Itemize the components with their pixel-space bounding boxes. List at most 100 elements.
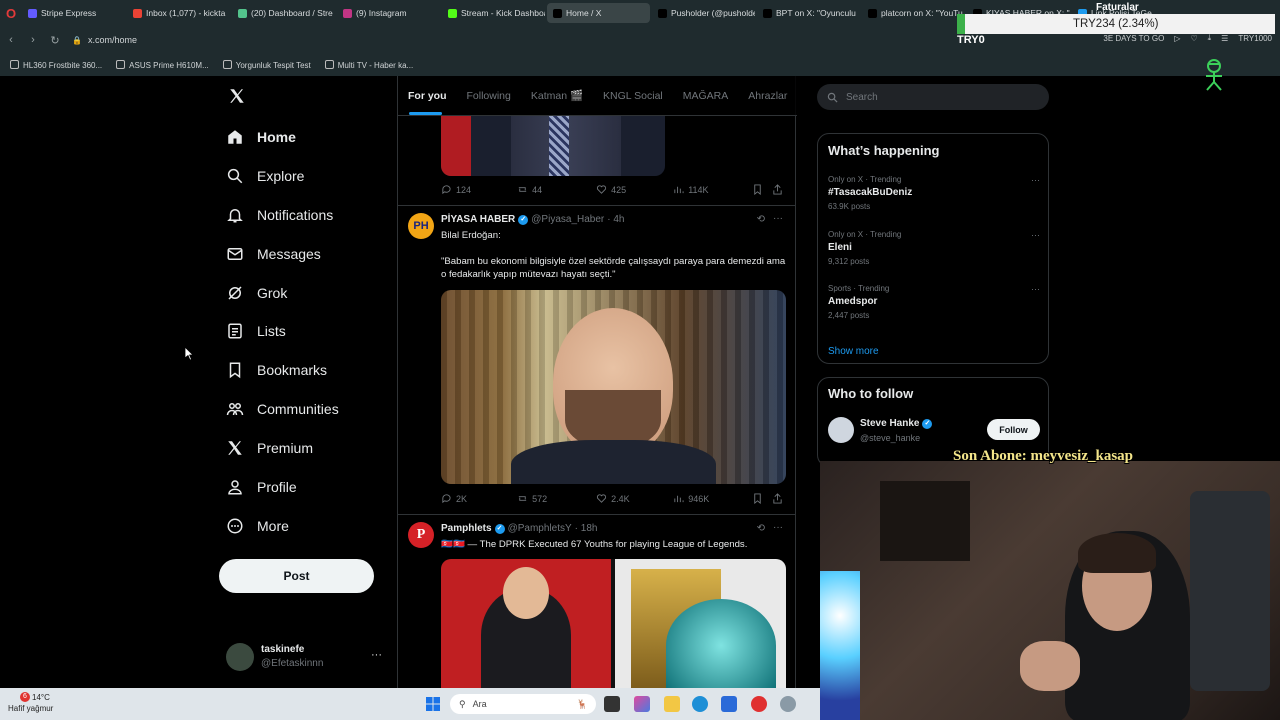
trend-item[interactable]: Only on X · Trending Eleni 9,312 posts ·… — [828, 230, 1040, 266]
sidebar-item-notifications[interactable]: Notifications — [226, 206, 333, 224]
opera-icon[interactable] — [751, 696, 767, 712]
bookmark-item[interactable]: Yorgunluk Tespit Test — [222, 60, 311, 70]
tweet-image[interactable] — [441, 559, 786, 692]
back-icon[interactable]: ‹ — [0, 34, 22, 46]
sidebar-item-lists[interactable]: Lists — [226, 322, 286, 340]
follow-suggestion-name[interactable]: Steve Hanke ✓ — [860, 418, 933, 429]
browser-tab[interactable]: (20) Dashboard / Stre — [232, 3, 335, 23]
bookmark-item[interactable]: Multi TV - Haber ka... — [324, 60, 413, 70]
sidebar-item-more[interactable]: More — [226, 517, 289, 535]
opera-logo-icon[interactable]: O — [0, 0, 22, 26]
search-box[interactable]: Search — [817, 84, 1049, 110]
avatar[interactable]: PH — [408, 213, 434, 239]
views-button[interactable]: 114K — [673, 184, 752, 195]
list-icon — [228, 323, 242, 339]
browser-tab[interactable]: (9) Instagram — [337, 3, 440, 23]
browser-tab[interactable]: Home / X — [547, 3, 650, 23]
browser-tab[interactable]: Inbox (1,077) - kickta — [127, 3, 230, 23]
tab-title: Stream - Kick Dashboa — [461, 8, 545, 18]
download-icon[interactable]: ⤓ — [1208, 33, 1212, 43]
tab-magara[interactable]: MAĞARA — [673, 90, 739, 102]
bookmark-item[interactable]: HL360 Frostbite 360... — [10, 60, 102, 70]
url-field[interactable]: x.com/home — [88, 35, 137, 45]
tab-for-you[interactable]: For you — [398, 90, 457, 102]
follow-handle: @steve_hanke — [860, 433, 921, 443]
task-view-icon[interactable] — [604, 696, 620, 712]
windows-start-icon[interactable] — [426, 697, 440, 711]
edge-icon[interactable] — [692, 696, 708, 712]
tab-katman[interactable]: Katman 🎬 — [521, 89, 593, 102]
browser-tab[interactable]: Stream - Kick Dashboa — [442, 3, 545, 23]
browser-tab[interactable]: BPT on X: "Oyunculu — [757, 3, 860, 23]
sidebar-item-explore[interactable]: Explore — [226, 167, 304, 185]
tab-following[interactable]: Following — [457, 90, 521, 102]
browser-tab[interactable]: Pusholder (@pusholde — [652, 3, 755, 23]
trend-item[interactable]: Only on X · Trending #TasacakBuDeniz 63.… — [828, 175, 1040, 211]
tab-title: Home / X — [566, 8, 602, 18]
repost-button[interactable]: 44 — [517, 184, 596, 195]
tweet-author[interactable]: Pamphlets ✓ @PamphletsY · 18h — [441, 523, 597, 534]
taskbar-search[interactable]: ⚲ Ara 🦌 — [450, 694, 596, 714]
tweet-image[interactable] — [441, 290, 786, 484]
account-switcher[interactable]: taskinefe @Efetaskinnn ··· — [226, 643, 386, 673]
tweet-image[interactable] — [441, 116, 665, 176]
file-explorer-icon[interactable] — [664, 696, 680, 712]
weather-widget[interactable]: 6 14°C Hafif yağmur — [8, 692, 53, 714]
forward-icon[interactable]: › — [22, 34, 44, 46]
avatar[interactable] — [828, 417, 854, 443]
tab-ahrazlar[interactable]: Ahrazlar — [738, 90, 797, 102]
sidebar-item-grok[interactable]: Grok — [226, 284, 287, 302]
store-icon[interactable] — [721, 696, 737, 712]
more-dots-icon[interactable]: ··· — [1031, 175, 1040, 185]
browser-tab[interactable]: Stripe Express — [22, 3, 125, 23]
bookmark-button[interactable] — [752, 493, 772, 504]
sidebar-item-messages[interactable]: Messages — [226, 245, 321, 263]
taskbar-search-input[interactable]: Ara — [473, 699, 487, 709]
trend-item[interactable]: Sports · Trending Amedspor 2,447 posts ·… — [828, 284, 1040, 320]
trend-count: 9,312 posts — [828, 257, 870, 266]
grok-icon[interactable]: ⟲ — [757, 214, 765, 225]
tweet-actions: 2K 572 2.4K 946K — [441, 493, 783, 504]
repost-button[interactable]: 572 — [517, 493, 596, 504]
reply-button[interactable]: 124 — [441, 184, 517, 195]
tab-kngl-social[interactable]: KNGL Social — [593, 90, 673, 102]
author-handle: @Piyasa_Haber — [531, 214, 605, 225]
x-logo-icon — [228, 441, 242, 455]
search-input[interactable]: Search — [846, 92, 878, 103]
more-dots-icon[interactable]: ··· — [1031, 230, 1040, 240]
menu-icon[interactable]: ☰ — [1221, 34, 1228, 43]
sidebar-item-bookmarks[interactable]: Bookmarks — [226, 361, 327, 379]
views-button[interactable]: 946K — [673, 493, 752, 504]
more-dots-icon[interactable]: ··· — [371, 649, 382, 661]
show-more-link[interactable]: Show more — [828, 346, 879, 357]
sidebar-item-label: Premium — [257, 440, 314, 456]
more-dots-icon[interactable]: ··· — [773, 522, 783, 533]
share-button[interactable] — [772, 493, 783, 504]
x-logo-icon[interactable] — [228, 87, 246, 105]
copilot-icon[interactable] — [634, 696, 650, 712]
sidebar-item-communities[interactable]: Communities — [226, 400, 339, 418]
browser-tab[interactable]: platcorn on X: "YouTu — [862, 3, 965, 23]
more-dots-icon[interactable]: ··· — [773, 213, 783, 224]
sidebar-item-home[interactable]: Home — [226, 128, 296, 146]
bookmark-button[interactable] — [752, 184, 772, 195]
sidebar-item-profile[interactable]: Profile — [226, 478, 297, 496]
avatar[interactable]: P — [408, 522, 434, 548]
like-button[interactable]: 2.4K — [596, 493, 673, 504]
sidebar-item-premium[interactable]: Premium — [226, 439, 313, 457]
grok-icon[interactable]: ⟲ — [757, 523, 765, 534]
like-button[interactable]: 425 — [596, 184, 673, 195]
share-button[interactable] — [772, 184, 783, 195]
bookmark-item[interactable]: ASUS Prime H610M... — [116, 60, 209, 70]
divider — [398, 205, 795, 206]
play-icon[interactable]: ▷ — [1174, 34, 1180, 43]
reply-button[interactable]: 2K — [441, 493, 517, 504]
tweet-author[interactable]: PİYASA HABER ✓ @Piyasa_Haber · 4h — [441, 214, 624, 225]
post-button[interactable]: Post — [219, 559, 374, 593]
follow-button[interactable]: Follow — [987, 419, 1040, 440]
heart-icon[interactable]: ♡ — [1190, 34, 1197, 43]
more-dots-icon[interactable]: ··· — [1031, 284, 1040, 294]
settings-icon[interactable] — [780, 696, 796, 712]
tweet-time: · 18h — [574, 523, 598, 534]
reload-icon[interactable]: ↻ — [44, 34, 66, 47]
